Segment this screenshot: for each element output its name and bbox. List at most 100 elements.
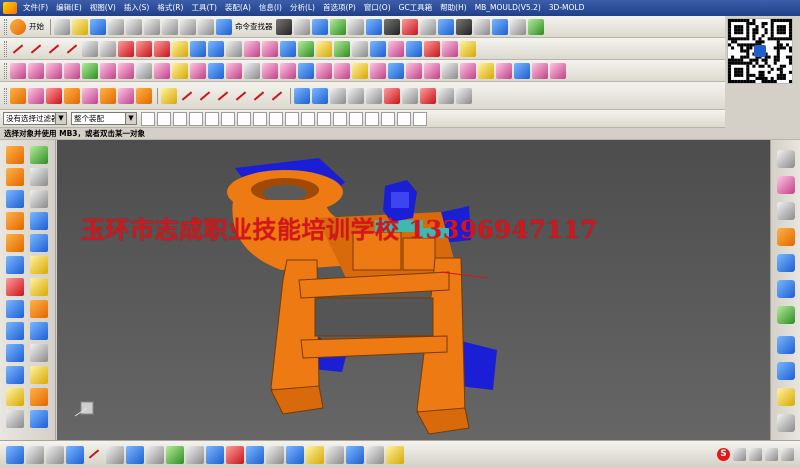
menu-item-10[interactable]: 窗口(O): [360, 0, 395, 16]
select-all-icon[interactable]: [157, 111, 171, 126]
bottom-tool-2-icon[interactable]: [26, 445, 44, 464]
mesh-surface-icon[interactable]: [406, 40, 422, 57]
start-button-label[interactable]: 开始: [29, 21, 44, 32]
bottom-tool-4-icon[interactable]: [66, 445, 84, 464]
spline-icon[interactable]: [46, 41, 62, 57]
part-navigator-icon[interactable]: [6, 168, 24, 186]
divide-curve-icon[interactable]: [370, 40, 386, 57]
save-icon[interactable]: [90, 18, 106, 35]
resource-part-icon[interactable]: [777, 202, 795, 220]
boss-icon[interactable]: [30, 278, 48, 296]
bottom-tool-20-icon[interactable]: [386, 445, 404, 464]
resource-roles-icon[interactable]: [777, 388, 795, 406]
surface-curve-icon[interactable]: [208, 40, 224, 57]
revolve-icon[interactable]: [30, 234, 48, 252]
extrude-icon[interactable]: [30, 212, 48, 230]
feature-tool-3-icon[interactable]: [46, 87, 62, 104]
text-icon[interactable]: [226, 40, 242, 57]
feature-tool-5-icon[interactable]: [82, 87, 98, 104]
line-icon[interactable]: [10, 41, 26, 57]
bottom-tool-13-icon[interactable]: [246, 445, 264, 464]
toolbar-grip[interactable]: [4, 62, 7, 79]
feature-tool-1-icon[interactable]: [10, 87, 26, 104]
curve-feature-icon[interactable]: [424, 40, 440, 57]
section-curve-icon[interactable]: [316, 40, 332, 57]
nx5-icon[interactable]: [6, 278, 24, 296]
component-select-icon[interactable]: [221, 111, 235, 126]
feature-tool-8-icon[interactable]: [136, 87, 152, 104]
resource-reuse-icon[interactable]: [777, 228, 795, 246]
cut-icon[interactable]: [108, 18, 124, 35]
analysis-icon[interactable]: [527, 18, 544, 35]
surface-tool-4-icon[interactable]: [64, 62, 80, 79]
studio-spline-icon[interactable]: [64, 41, 80, 57]
tray-mic-icon[interactable]: [749, 447, 762, 461]
mold-tool-9-icon[interactable]: [438, 87, 454, 104]
sync-tool-2-icon[interactable]: [179, 88, 195, 104]
zoom-icon[interactable]: [329, 18, 346, 35]
snap-intersection-icon[interactable]: [317, 111, 331, 126]
shell-icon[interactable]: [6, 410, 24, 428]
bottom-tool-7-icon[interactable]: [126, 445, 144, 464]
resource-assembly-icon[interactable]: [777, 150, 795, 168]
feature-tool-7-icon[interactable]: [118, 87, 134, 104]
mirror-icon[interactable]: [6, 366, 24, 384]
wrap-curve-icon[interactable]: [460, 40, 476, 57]
surface-tool-6-icon[interactable]: [100, 62, 116, 79]
bottom-tool-10-icon[interactable]: [186, 445, 204, 464]
surface-tool-11-icon[interactable]: [190, 62, 206, 79]
mold-tool-3-icon[interactable]: [330, 87, 346, 104]
surface-tool-21-icon[interactable]: [370, 62, 386, 79]
surface-tool-16-icon[interactable]: [280, 62, 296, 79]
helix-icon[interactable]: [172, 40, 188, 57]
unite-icon[interactable]: [30, 366, 48, 384]
pattern-icon[interactable]: [30, 344, 48, 362]
assembly-navigator-icon[interactable]: [6, 146, 24, 164]
toolbar-grip[interactable]: [4, 18, 7, 35]
menu-item-8[interactable]: 分析(L): [286, 0, 319, 16]
surface-tool-25-icon[interactable]: [442, 62, 458, 79]
surface-tool-12-icon[interactable]: [208, 62, 224, 79]
new-file-icon[interactable]: [54, 18, 70, 35]
menu-item-4[interactable]: 格式(R): [153, 0, 187, 16]
tray-keyboard-icon[interactable]: [765, 447, 778, 461]
chevron-down-icon[interactable]: ▼: [55, 113, 66, 124]
snap-arc-center-icon[interactable]: [333, 111, 347, 126]
part-model[interactable]: [57, 140, 770, 440]
project-curve-icon[interactable]: [280, 40, 296, 57]
menu-item-12[interactable]: 帮助(H): [436, 0, 471, 16]
mold-tool-4-icon[interactable]: [348, 87, 364, 104]
tray-mode-icon[interactable]: [733, 447, 746, 461]
menu-item-3[interactable]: 插入(S): [120, 0, 154, 16]
surface-tool-5-icon[interactable]: [82, 62, 98, 79]
layer-icon[interactable]: [419, 18, 436, 35]
resource-web-icon[interactable]: [777, 280, 795, 298]
pocket-icon[interactable]: [6, 322, 24, 340]
bottom-tool-1-icon[interactable]: [6, 445, 24, 464]
sync-tool-1-icon[interactable]: [161, 87, 177, 104]
resource-library-icon[interactable]: [777, 254, 795, 272]
snap-existing-point-icon[interactable]: [365, 111, 379, 126]
bottom-tool-9-icon[interactable]: [166, 445, 184, 464]
command-finder-label[interactable]: 命令查找器: [235, 21, 273, 32]
block-icon[interactable]: [6, 300, 24, 318]
view-section-icon[interactable]: [473, 18, 490, 35]
mold-tool-10-icon[interactable]: [456, 87, 472, 104]
toolbar-grip[interactable]: [4, 40, 7, 57]
type-filter-dropdown[interactable]: 没有选择过滤器 ▼: [3, 112, 67, 125]
command-finder-icon[interactable]: [216, 18, 232, 35]
sketch-icon[interactable]: [30, 190, 48, 208]
surface-tool-15-icon[interactable]: [262, 62, 278, 79]
redo-icon[interactable]: [198, 18, 214, 35]
resource-constraint-icon[interactable]: [777, 176, 795, 194]
snap-end-point-icon[interactable]: [269, 111, 283, 126]
body-select-icon[interactable]: [205, 111, 219, 126]
surface-tool-27-icon[interactable]: [478, 62, 494, 79]
undo-icon[interactable]: [180, 18, 196, 35]
reuse-library-icon[interactable]: [6, 212, 24, 230]
menu-item-2[interactable]: 视图(V): [86, 0, 120, 16]
draft-icon[interactable]: [30, 410, 48, 428]
open-file-icon[interactable]: [72, 18, 88, 35]
surface-tool-10-icon[interactable]: [172, 62, 188, 79]
snap-mid-point-icon[interactable]: [285, 111, 299, 126]
